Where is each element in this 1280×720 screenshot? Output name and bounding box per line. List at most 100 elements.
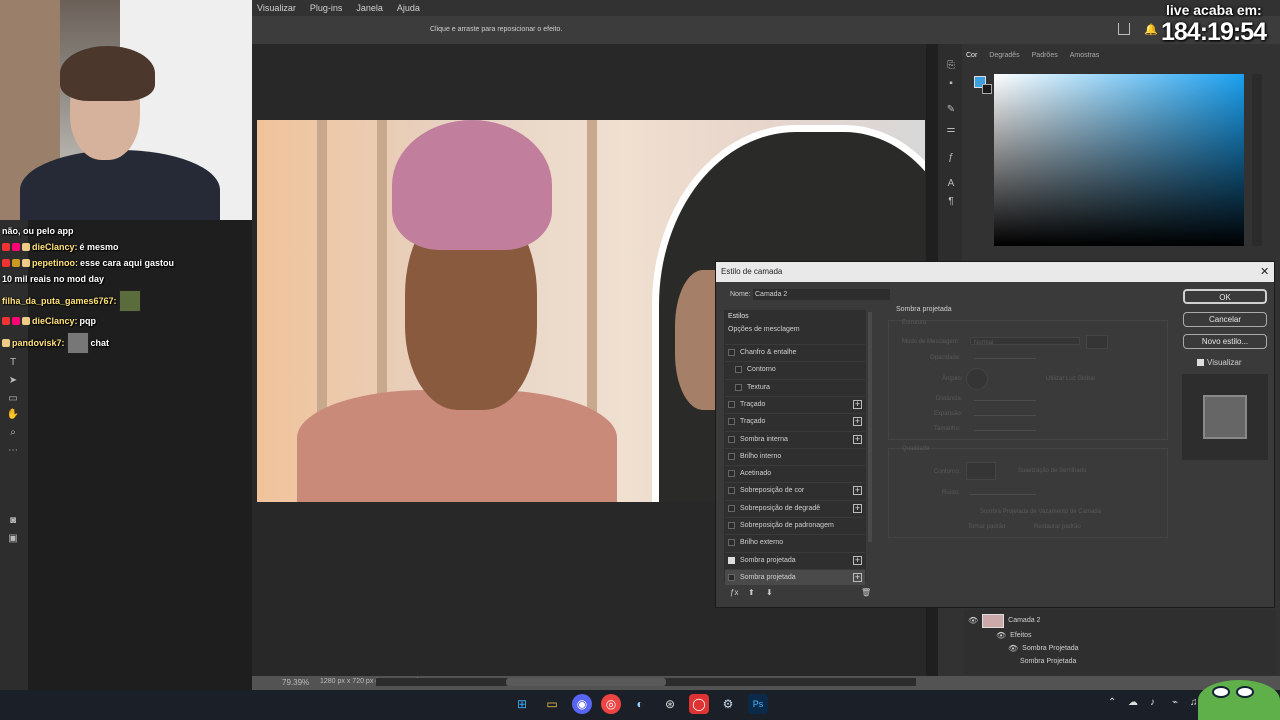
hue-slider[interactable] [1252, 74, 1262, 246]
add-style-icon[interactable]: + [853, 399, 862, 409]
windows-start-icon[interactable]: ⊞ [512, 694, 532, 714]
character-icon[interactable]: A [945, 178, 957, 190]
add-style-icon[interactable]: + [853, 434, 862, 444]
style-item[interactable]: Chanfro & entalhe [725, 344, 865, 360]
styles-scrollbar[interactable] [868, 312, 872, 542]
notifications-icon[interactable]: 🔔 [1144, 23, 1158, 36]
name-field[interactable]: Camada 2 [753, 289, 890, 300]
rectangle-tool-icon[interactable]: ▭ [6, 392, 20, 406]
style-item[interactable]: Sombra interna + [725, 430, 865, 447]
history-icon[interactable]: ⎘ [945, 60, 957, 72]
add-style-icon[interactable]: + [853, 503, 862, 513]
delete-icon[interactable]: 🗑 [861, 588, 871, 597]
effect-row[interactable]: Sombra Projetada [1020, 655, 1076, 668]
style-item[interactable]: Sombra projetada + [725, 568, 865, 585]
fx-icon[interactable]: ƒ [945, 152, 957, 164]
menu-ajuda[interactable]: Ajuda [397, 3, 420, 13]
zoom-level[interactable]: 79.39% [282, 678, 309, 687]
style-item[interactable]: Brilho externo [725, 534, 865, 550]
styles-header[interactable]: Estilos [728, 313, 749, 320]
style-item[interactable]: Textura [725, 378, 865, 395]
style-item[interactable]: Sobreposição de cor + [725, 482, 865, 498]
style-item[interactable]: Sobreposição de padronagem [725, 517, 865, 533]
microphone-icon[interactable]: ♪ [1150, 697, 1155, 708]
visibility-eye-icon[interactable]: 👁 [1008, 644, 1018, 653]
screen-mode-icon[interactable]: ▣ [6, 532, 20, 546]
dialog-titlebar[interactable]: Estilo de camada ✕ [716, 262, 1274, 282]
fx-menu-icon[interactable]: ƒx [730, 588, 738, 597]
menu-visualizar[interactable]: Visualizar [257, 3, 296, 13]
blending-options[interactable]: Opções de mesclagem [728, 326, 800, 333]
style-item[interactable]: Brilho interno [725, 447, 865, 464]
obs-icon[interactable]: ⊛ [660, 694, 680, 714]
share-icon[interactable] [1118, 23, 1130, 35]
more-tools-icon[interactable]: ⋯ [6, 444, 20, 458]
zoom-tool-icon[interactable]: ⌕ [6, 426, 20, 440]
layer-row[interactable]: 👁 Camada 2 [968, 613, 1040, 628]
visibility-eye-icon[interactable]: 👁 [968, 616, 978, 625]
visibility-eye-icon[interactable]: 👁 [996, 631, 1006, 640]
style-checkbox[interactable] [728, 539, 735, 547]
brush-icon[interactable]: ✎ [945, 104, 957, 116]
style-checkbox[interactable] [735, 383, 742, 391]
volume-icon[interactable]: ♫ [1190, 697, 1198, 708]
photoshop-icon[interactable]: Ps [748, 694, 768, 714]
style-checkbox[interactable] [728, 556, 735, 564]
settings-icon[interactable]: ⚙ [718, 694, 738, 714]
color-spectrum[interactable] [994, 74, 1244, 246]
add-style-icon[interactable]: + [853, 572, 862, 582]
cloud-icon[interactable]: ☁ [1128, 697, 1138, 708]
style-item[interactable]: Contorno [725, 361, 865, 377]
move-down-icon[interactable]: ⬇ [766, 588, 773, 597]
style-checkbox[interactable] [728, 400, 735, 408]
preview-toggle[interactable]: Visualizar [1197, 358, 1242, 367]
scrollbar-thumb[interactable] [506, 678, 666, 686]
style-checkbox[interactable] [728, 573, 735, 581]
app-icon[interactable]: ◯ [689, 694, 709, 714]
style-checkbox[interactable] [728, 435, 735, 443]
network-icon[interactable]: ⌁ [1172, 697, 1178, 708]
quick-mask-icon[interactable]: ◙ [6, 514, 20, 528]
move-up-icon[interactable]: ⬆ [748, 588, 755, 597]
effects-row[interactable]: 👁 Efeitos [996, 629, 1032, 642]
paragraph-icon[interactable]: ¶ [945, 196, 957, 208]
preview-checkbox[interactable] [1197, 359, 1204, 366]
effect-row[interactable]: 👁 Sombra Projetada [1008, 642, 1079, 655]
add-style-icon[interactable]: + [853, 417, 862, 427]
tab-padroes[interactable]: Padrões [1032, 52, 1058, 59]
style-checkbox[interactable] [728, 522, 735, 529]
style-checkbox[interactable] [735, 366, 742, 374]
background-color-swatch[interactable] [982, 84, 992, 94]
style-checkbox[interactable] [728, 349, 735, 356]
cancel-button[interactable]: Cancelar [1183, 312, 1267, 327]
new-style-button[interactable]: Novo estilo... [1183, 334, 1267, 349]
add-style-icon[interactable]: + [853, 555, 862, 565]
style-item[interactable]: Traçado + [725, 413, 865, 429]
add-style-icon[interactable]: + [853, 486, 862, 496]
discord-icon[interactable]: ◉ [572, 694, 592, 714]
steam-icon[interactable]: ◐ [630, 694, 650, 714]
tray-overflow-icon[interactable]: ⌃ [1108, 697, 1116, 708]
adjust-icon[interactable]: ⚌ [945, 124, 957, 136]
style-item[interactable]: Acetinado [725, 465, 865, 481]
style-item[interactable]: Sombra projetada + [725, 551, 865, 568]
menu-janela[interactable]: Janela [356, 3, 383, 13]
style-checkbox[interactable] [728, 418, 735, 426]
style-item[interactable]: Sobreposição de degradê + [725, 499, 865, 516]
style-checkbox[interactable] [728, 452, 735, 460]
style-checkbox[interactable] [728, 487, 735, 495]
tab-degrades[interactable]: Degradês [989, 52, 1019, 59]
tab-cor[interactable]: Cor [966, 52, 977, 59]
menu-plugins[interactable]: Plug-ins [310, 3, 343, 13]
style-checkbox[interactable] [728, 504, 735, 512]
tab-amostras[interactable]: Amostras [1070, 52, 1100, 59]
file-explorer-icon[interactable]: ▭ [542, 694, 562, 714]
ok-button[interactable]: OK [1183, 289, 1267, 304]
close-icon[interactable]: ✕ [1260, 265, 1269, 278]
path-select-tool-icon[interactable]: ➤ [6, 374, 20, 388]
chrome-icon[interactable]: ◎ [601, 694, 621, 714]
hand-tool-icon[interactable]: ✋ [6, 408, 20, 422]
style-checkbox[interactable] [728, 470, 735, 478]
style-item[interactable]: Traçado + [725, 395, 865, 412]
comment-icon[interactable]: ▪ [945, 78, 957, 90]
